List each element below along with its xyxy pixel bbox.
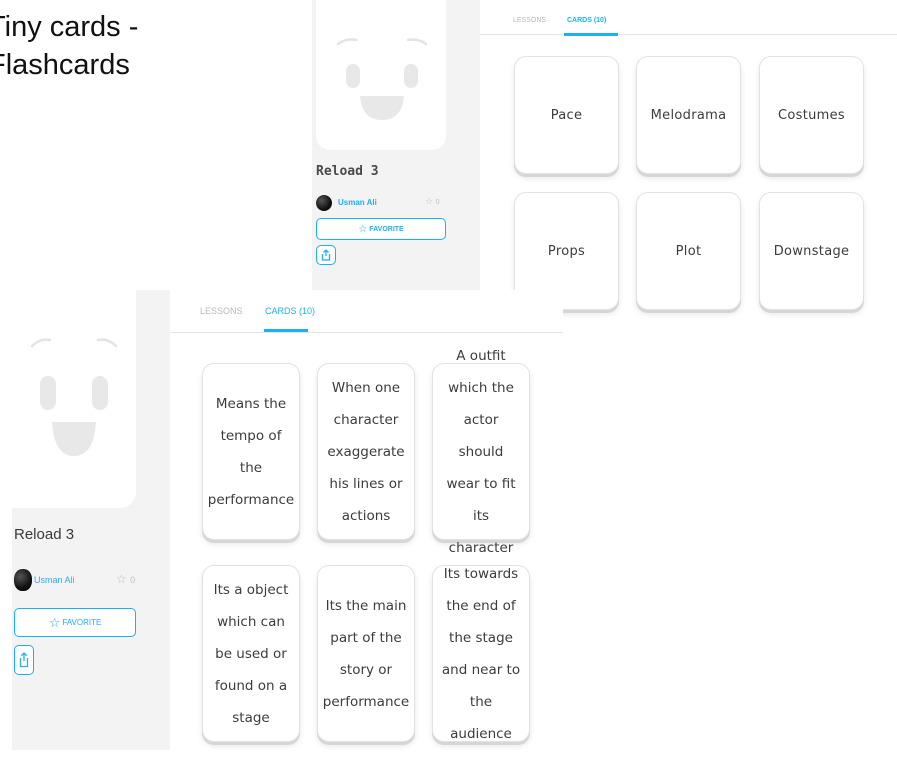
deck-main: LESSONS CARDS (10) Means the tempo of th… [170, 290, 563, 750]
slide-title-line2: Flashcards [0, 49, 130, 81]
favorite-button[interactable]: ☆ FAVORITE [316, 218, 446, 240]
favorite-button[interactable]: ☆ FAVORITE [14, 608, 136, 637]
tab-bar: LESSONS CARDS (10) [480, 0, 897, 36]
star-count: ☆ 0 [425, 196, 440, 207]
card-definition: Its the main part of the story or perfor… [322, 597, 410, 710]
deck-sidebar: Reload 3 Usman Ali ☆ 0 ☆ FAVORITE [12, 290, 170, 750]
card-term: Downstage [773, 243, 850, 259]
favorite-button-label: FAVORITE [62, 618, 102, 627]
tab-lessons[interactable]: LESSONS [513, 17, 546, 24]
card-definition: Its towards the end of the stage and nea… [441, 565, 521, 742]
author-name-link[interactable]: Usman Ali [338, 198, 377, 207]
flashcard[interactable]: A outfit which the actor should wear to … [432, 348, 530, 556]
slide-title: Tiny cards - Flashcards [0, 8, 138, 84]
slide-title-line1: Tiny cards - [0, 11, 139, 43]
card-term: Props [547, 243, 586, 259]
tab-cards[interactable]: CARDS (10) [567, 17, 606, 24]
deck-avatar-card [12, 290, 136, 508]
tab-cards[interactable]: CARDS (10) [265, 306, 315, 316]
share-button[interactable] [316, 245, 336, 265]
flashcard[interactable]: When one character exaggerate his lines … [317, 363, 415, 540]
star-outline-icon: ☆ [425, 196, 434, 206]
star-count-value: 0 [435, 199, 440, 206]
card-term: Plot [675, 243, 702, 259]
author-avatar[interactable] [316, 195, 332, 211]
flashcard[interactable]: Means the tempo of the performance [202, 363, 300, 540]
star-outline-icon: ☆ [116, 572, 127, 586]
flashcard[interactable]: Downstage [759, 192, 864, 310]
flashcard[interactable]: Melodrama [636, 56, 741, 174]
flashcard[interactable]: Plot [636, 192, 741, 310]
flashcard[interactable]: Its a object which can be used or found … [202, 565, 300, 742]
tab-lessons[interactable]: LESSONS [200, 306, 243, 316]
author-name-link[interactable]: Usman Ali [34, 575, 75, 585]
star-outline-icon: ☆ [358, 223, 368, 235]
smiley-face-icon [30, 338, 118, 456]
deck-name: Reload 3 [316, 164, 379, 179]
tab-bar: LESSONS CARDS (10) [170, 290, 563, 333]
flashcard[interactable]: Its towards the end of the stage and nea… [432, 565, 530, 742]
deck-sidebar: Reload 3 Usman Ali ☆ 0 ☆ FAVORITE [312, 0, 480, 323]
deck-name: Reload 3 [14, 526, 75, 543]
active-tab-indicator [564, 33, 618, 36]
top-screenshot: Reload 3 Usman Ali ☆ 0 ☆ FAVORITE LESSON… [312, 0, 897, 323]
card-term: Pace [550, 107, 583, 123]
share-button[interactable] [14, 645, 34, 675]
author-avatar[interactable] [14, 569, 32, 591]
card-definition: Means the tempo of the performance [207, 395, 295, 508]
card-term: Costumes [778, 107, 845, 123]
share-icon [19, 652, 29, 668]
flashcard[interactable]: Pace [514, 56, 619, 174]
star-outline-icon: ☆ [48, 614, 61, 630]
card-definition: A outfit which the actor should wear to … [446, 347, 516, 556]
star-count-value: 0 [130, 575, 136, 585]
deck-main: LESSONS CARDS (10) Pace Melodrama Costum… [480, 0, 897, 323]
card-definition: Its a object which can be used or found … [213, 581, 289, 726]
card-definition: When one character exaggerate his lines … [327, 379, 405, 524]
card-term: Melodrama [650, 107, 727, 123]
smiley-face-icon [336, 38, 428, 120]
flashcard[interactable]: Its the main part of the story or perfor… [317, 565, 415, 742]
flashcard[interactable]: Costumes [759, 56, 864, 174]
favorite-button-label: FAVORITE [369, 225, 404, 233]
active-tab-indicator [264, 329, 308, 332]
star-count: ☆ 0 [116, 572, 135, 586]
share-icon [321, 249, 331, 261]
bottom-screenshot: Reload 3 Usman Ali ☆ 0 ☆ FAVORITE LESSON… [12, 290, 563, 750]
deck-avatar-card [316, 0, 446, 150]
